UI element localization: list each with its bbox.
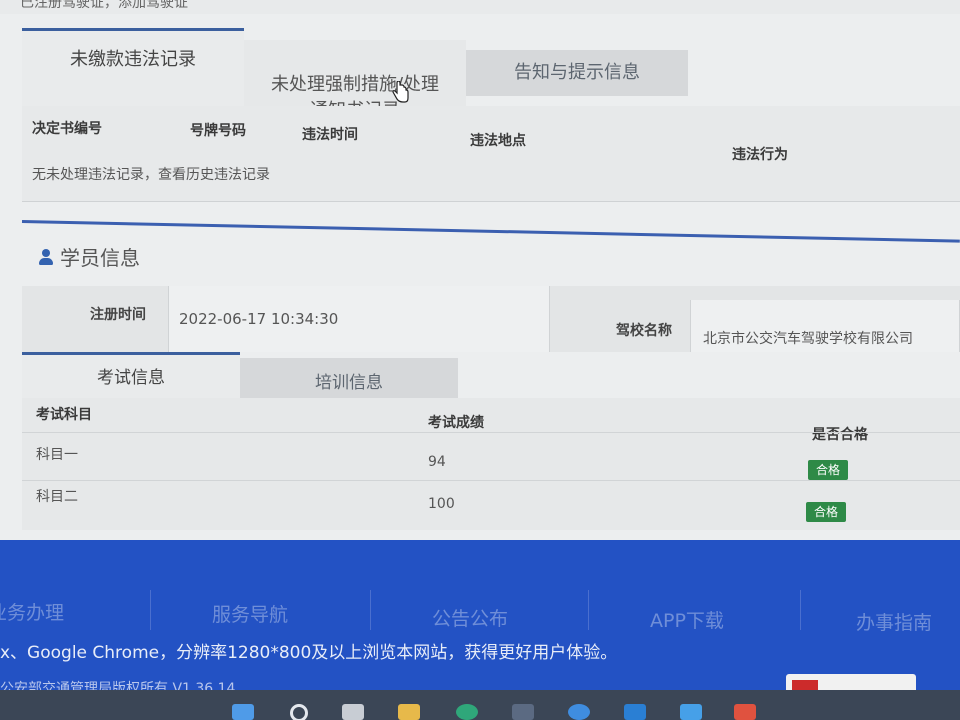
task-view-icon[interactable] [342, 704, 364, 720]
column-header: 决定书编号 [32, 121, 102, 137]
file-explorer-icon[interactable] [398, 704, 420, 720]
tab-label: 未缴款违法记录 [70, 49, 196, 70]
windows-start-icon[interactable] [232, 704, 254, 720]
pass-badge: 合格 [806, 502, 846, 522]
violation-tabs: 未缴款违法记录 未处理强制措施/处理 通知书记录 告知与提示信息 [22, 28, 960, 121]
pass-badge: 合格 [808, 460, 848, 480]
hand-cursor-icon [392, 81, 409, 103]
row-divider [22, 480, 960, 481]
footer-copyright: 公安部交通管理局版权所有 V1.36.14 [0, 681, 236, 690]
page: 已注册驾驶证，添加驾驶证 未缴款违法记录 未处理强制措施/处理 通知书记录 告知… [0, 0, 960, 540]
student-info-row: 注册时间 2022-06-17 10:34:30 驾校名称 北京市公交汽车驾驶学… [22, 286, 960, 352]
app-icon[interactable] [680, 704, 702, 720]
column-header: 是否合格 [812, 427, 868, 443]
column-header: 考试成绩 [428, 415, 484, 431]
app-icon[interactable] [568, 704, 590, 720]
footer-nav-item[interactable]: APP下载 [650, 606, 724, 633]
tab-label: 培训信息 [315, 373, 383, 393]
empty-record-link[interactable]: 无未处理违法记录，查看历史违法记录 [32, 164, 270, 184]
browser-icon[interactable] [456, 704, 478, 720]
subject-cell: 科目二 [36, 489, 78, 505]
tab-exam-info[interactable]: 考试信息 [22, 352, 240, 398]
nav-separator [370, 590, 371, 630]
nav-separator [800, 590, 801, 630]
subject-cell: 科目一 [36, 447, 78, 463]
footer-nav: 业务办理 服务导航 公告公布 APP下载 办事指南 [0, 590, 960, 634]
score-cell: 94 [428, 454, 446, 470]
top-strip: 已注册驾驶证，添加驾驶证 [0, 0, 960, 14]
footer-nav-item[interactable]: 业务办理 [0, 598, 64, 625]
section-title-text: 学员信息 [60, 246, 140, 270]
nav-separator [588, 590, 589, 630]
top-strip-text: 已注册驾驶证，添加驾驶证 [20, 0, 188, 11]
footer-nav-item[interactable]: 服务导航 [212, 600, 288, 627]
nav-separator [150, 590, 151, 630]
exam-table: 考试科目 考试成绩 是否合格 科目一 94 合格 科目二 100 合格 [22, 398, 960, 530]
app-icon[interactable] [624, 704, 646, 720]
site-footer: 业务办理 服务导航 公告公布 APP下载 办事指南 x、Google Chrom… [0, 540, 960, 690]
reg-time-cell: 2022-06-17 10:34:30 [168, 286, 550, 352]
search-icon[interactable] [290, 704, 308, 720]
reg-time-label: 注册时间 [90, 307, 146, 323]
column-header: 考试科目 [36, 407, 92, 423]
app-icon[interactable] [734, 704, 756, 720]
tab-label: 考试信息 [97, 368, 165, 388]
user-icon [38, 248, 54, 265]
row-divider [22, 432, 960, 433]
os-taskbar [0, 690, 960, 720]
section-divider [21, 220, 960, 243]
tab-notices[interactable]: 告知与提示信息 [466, 50, 688, 96]
tab-label: 告知与提示信息 [514, 62, 640, 83]
exam-tabs: 考试信息 培训信息 [22, 352, 960, 398]
footer-nav-item[interactable]: 办事指南 [856, 608, 932, 635]
column-header: 违法地点 [470, 133, 526, 149]
footer-browser-note: x、Google Chrome，分辨率1280*800及以上浏览本网站，获得更好… [0, 643, 618, 663]
tab-unpaid-violations[interactable]: 未缴款违法记录 [22, 28, 244, 106]
footer-nav-item[interactable]: 公告公布 [432, 604, 508, 631]
score-cell: 100 [428, 496, 455, 512]
store-icon[interactable] [512, 704, 534, 720]
tab-training-info[interactable]: 培训信息 [240, 358, 458, 398]
reg-time-value: 2022-06-17 10:34:30 [179, 310, 339, 328]
violation-table: 决定书编号 号牌号码 违法时间 违法地点 违法行为 无未处理违法记录，查看历史违… [22, 106, 960, 202]
section-title: 学员信息 [38, 242, 140, 271]
gov-badge[interactable] [786, 674, 916, 690]
school-value: 北京市公交汽车驾驶学校有限公司 [703, 331, 913, 347]
column-header: 违法时间 [302, 127, 358, 143]
column-header: 号牌号码 [190, 123, 246, 139]
school-cell: 北京市公交汽车驾驶学校有限公司 [690, 300, 960, 352]
column-header: 违法行为 [732, 147, 788, 163]
tab-enforcement-records[interactable]: 未处理强制措施/处理 通知书记录 [244, 40, 466, 121]
school-label: 驾校名称 [616, 323, 672, 339]
